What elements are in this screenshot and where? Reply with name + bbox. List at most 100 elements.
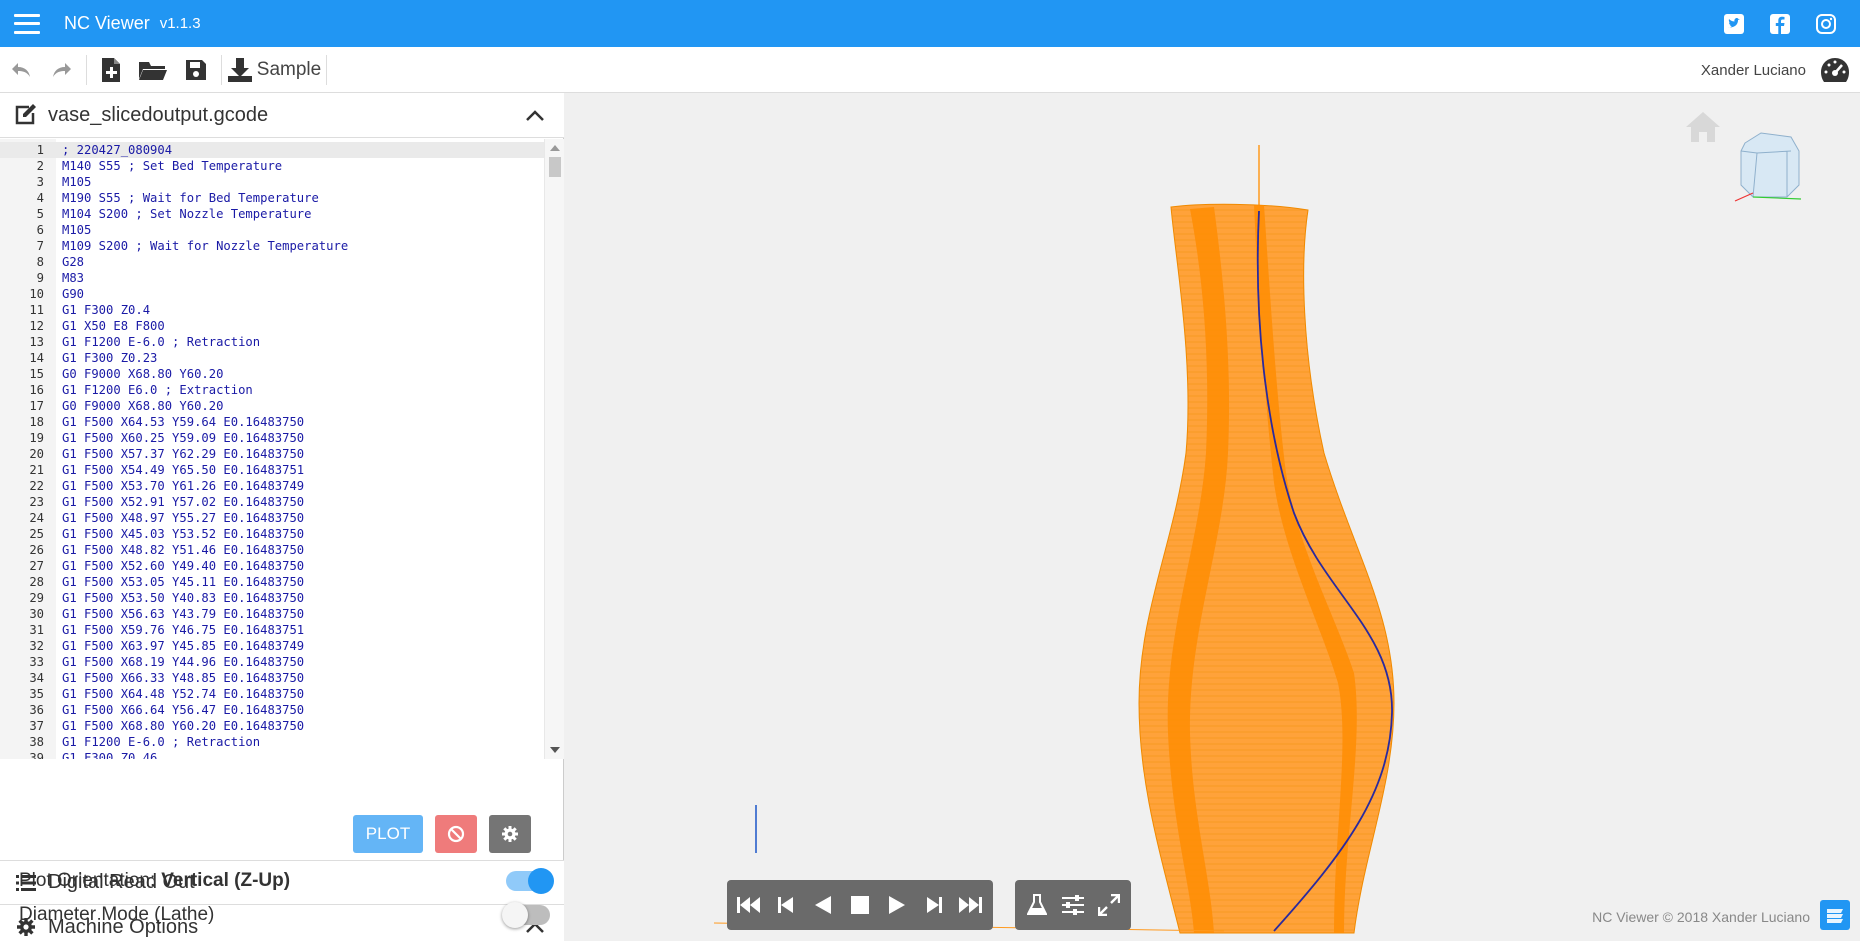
editor-settings-button[interactable] <box>489 815 531 853</box>
play-reverse-button[interactable] <box>808 890 838 920</box>
scroll-down-arrow-icon[interactable] <box>550 747 560 753</box>
code-line[interactable]: 14 G1 F300 Z0.23 <box>0 350 544 366</box>
skip-to-start-button[interactable] <box>734 890 764 920</box>
clear-button[interactable] <box>435 815 477 853</box>
line-number: 8 <box>36 255 44 269</box>
menu-icon[interactable] <box>14 13 40 34</box>
code-line[interactable]: 3 M105 <box>0 174 544 190</box>
diameter-mode-toggle[interactable] <box>502 902 550 928</box>
sample-button[interactable]: Sample <box>226 47 322 93</box>
code-line[interactable]: 31 G1 F500 X59.76 Y46.75 E0.16483751 <box>0 622 544 638</box>
code-line[interactable]: 18 G1 F500 X64.53 Y59.64 E0.16483750 <box>0 414 544 430</box>
code-line[interactable]: 34 G1 F500 X66.33 Y48.85 E0.16483750 <box>0 670 544 686</box>
scroll-up-arrow-icon[interactable] <box>550 145 560 151</box>
code-line[interactable]: 2 M140 S55 ; Set Bed Temperature <box>0 158 544 174</box>
code-line[interactable]: 1 ; 220427_080904 <box>0 142 544 158</box>
line-number: 9 <box>36 271 44 285</box>
code-line[interactable]: 30 G1 F500 X56.63 Y43.79 E0.16483750 <box>0 606 544 622</box>
line-number: 37 <box>29 719 44 733</box>
view-cube[interactable] <box>1731 129 1807 205</box>
code-line[interactable]: 36 G1 F500 X66.64 Y56.47 E0.16483750 <box>0 702 544 718</box>
footer-copyright: NC Viewer © 2018 Xander Luciano <box>1592 909 1810 925</box>
code-line[interactable]: 21 G1 F500 X54.49 Y65.50 E0.16483751 <box>0 462 544 478</box>
code-line[interactable]: 28 G1 F500 X53.05 Y45.11 E0.16483750 <box>0 574 544 590</box>
line-number: 27 <box>29 559 44 573</box>
line-number: 34 <box>29 671 44 685</box>
line-number: 3 <box>36 175 44 189</box>
code-line[interactable]: 10 G90 <box>0 286 544 302</box>
code-line[interactable]: 25 G1 F500 X45.03 Y53.52 E0.16483750 <box>0 526 544 542</box>
step-backward-button[interactable] <box>771 890 801 920</box>
redo-button[interactable] <box>42 47 82 93</box>
3d-viewport[interactable]: NC Viewer © 2018 Xander Luciano <box>564 93 1860 941</box>
code-line[interactable]: 39 G1 F300 Z0.46 <box>0 750 544 759</box>
line-number: 32 <box>29 639 44 653</box>
code-line[interactable]: 38 G1 F1200 E-6.0 ; Retraction <box>0 734 544 750</box>
open-file-button[interactable] <box>131 47 175 93</box>
code-text: G28 <box>62 255 85 269</box>
save-icon <box>186 59 206 80</box>
instagram-icon[interactable] <box>1814 12 1838 36</box>
code-line[interactable]: 23 G1 F500 X52.91 Y57.02 E0.16483750 <box>0 494 544 510</box>
code-line[interactable]: 16 G1 F1200 E6.0 ; Extraction <box>0 382 544 398</box>
code-line[interactable]: 4 M190 S55 ; Wait for Bed Temperature <box>0 190 544 206</box>
code-line[interactable]: 33 G1 F500 X68.19 Y44.96 E0.16483750 <box>0 654 544 670</box>
code-text: G1 F500 X48.82 Y51.46 E0.16483750 <box>62 543 305 557</box>
code-text: G1 F500 X66.64 Y56.47 E0.16483750 <box>62 703 305 717</box>
view-settings-button[interactable] <box>1058 890 1088 920</box>
code-line[interactable]: 15 G0 F9000 X68.80 Y60.20 <box>0 366 544 382</box>
step-forward-button[interactable] <box>919 890 949 920</box>
code-line[interactable]: 29 G1 F500 X53.50 Y40.83 E0.16483750 <box>0 590 544 606</box>
play-button[interactable] <box>882 890 912 920</box>
fullscreen-button[interactable] <box>1094 890 1124 920</box>
code-line[interactable]: 19 G1 F500 X60.25 Y59.09 E0.16483750 <box>0 430 544 446</box>
code-line[interactable]: 35 G1 F500 X64.48 Y52.74 E0.16483750 <box>0 686 544 702</box>
code-line[interactable]: 17 G0 F9000 X68.80 Y60.20 <box>0 398 544 414</box>
line-number: 36 <box>29 703 44 717</box>
code-line[interactable]: 11 G1 F300 Z0.4 <box>0 302 544 318</box>
play-icon <box>888 896 905 914</box>
plot-orientation-option: Plot Orientation: Vertical (Z-Up) <box>0 864 564 898</box>
code-line[interactable]: 12 G1 X50 E8 F800 <box>0 318 544 334</box>
experimental-button[interactable] <box>1022 890 1052 920</box>
line-number: 24 <box>29 511 44 525</box>
code-line[interactable]: 27 G1 F500 X52.60 Y49.40 E0.16483750 <box>0 558 544 574</box>
layers-icon[interactable] <box>1820 900 1850 930</box>
home-icon[interactable] <box>1683 109 1723 145</box>
performance-gauge-icon[interactable] <box>1820 56 1850 84</box>
code-line[interactable]: 32 G1 F500 X63.97 Y45.85 E0.16483749 <box>0 638 544 654</box>
fast-forward-icon <box>959 897 983 913</box>
code-line[interactable]: 20 G1 F500 X57.37 Y62.29 E0.16483750 <box>0 446 544 462</box>
save-button[interactable] <box>175 47 217 93</box>
stop-button[interactable] <box>845 890 875 920</box>
skip-to-end-button[interactable] <box>955 890 985 920</box>
editor-header[interactable]: vase_slicedoutput.gcode <box>0 93 564 138</box>
code-line[interactable]: 7 M109 S200 ; Wait for Nozzle Temperature <box>0 238 544 254</box>
plot-orientation-toggle[interactable] <box>506 868 554 894</box>
editor-scrollbar[interactable] <box>544 139 564 759</box>
code-line[interactable]: 37 G1 F500 X68.80 Y60.20 E0.16483750 <box>0 718 544 734</box>
line-number: 5 <box>36 207 44 221</box>
undo-button[interactable] <box>0 47 42 93</box>
code-line[interactable]: 22 G1 F500 X53.70 Y61.26 E0.16483749 <box>0 478 544 494</box>
twitter-icon[interactable] <box>1722 12 1746 36</box>
facebook-icon[interactable] <box>1768 12 1792 36</box>
play-reverse-icon <box>815 896 832 914</box>
chevron-up-icon[interactable] <box>524 105 546 127</box>
code-line[interactable]: 24 G1 F500 X48.97 Y55.27 E0.16483750 <box>0 510 544 526</box>
scroll-thumb[interactable] <box>549 157 561 177</box>
code-editor[interactable]: 1 ; 220427_080904 2 M140 S55 ; Set Bed Temp… <box>0 139 564 759</box>
code-line[interactable]: 6 M105 <box>0 222 544 238</box>
code-line[interactable]: 9 M83 <box>0 270 544 286</box>
code-text: G1 F500 X52.91 Y57.02 E0.16483750 <box>62 495 305 509</box>
new-file-button[interactable] <box>91 47 131 93</box>
code-line[interactable]: 13 G1 F1200 E-6.0 ; Retraction <box>0 334 544 350</box>
code-line[interactable]: 8 G28 <box>0 254 544 270</box>
code-text: G0 F9000 X68.80 Y60.20 <box>62 367 224 381</box>
plot-button[interactable]: PLOT <box>353 815 423 853</box>
sliders-icon <box>1062 895 1084 915</box>
line-number: 4 <box>36 191 44 205</box>
code-text: G1 F300 Z0.4 <box>62 303 151 317</box>
code-line[interactable]: 5 M104 S200 ; Set Nozzle Temperature <box>0 206 544 222</box>
code-line[interactable]: 26 G1 F500 X48.82 Y51.46 E0.16483750 <box>0 542 544 558</box>
